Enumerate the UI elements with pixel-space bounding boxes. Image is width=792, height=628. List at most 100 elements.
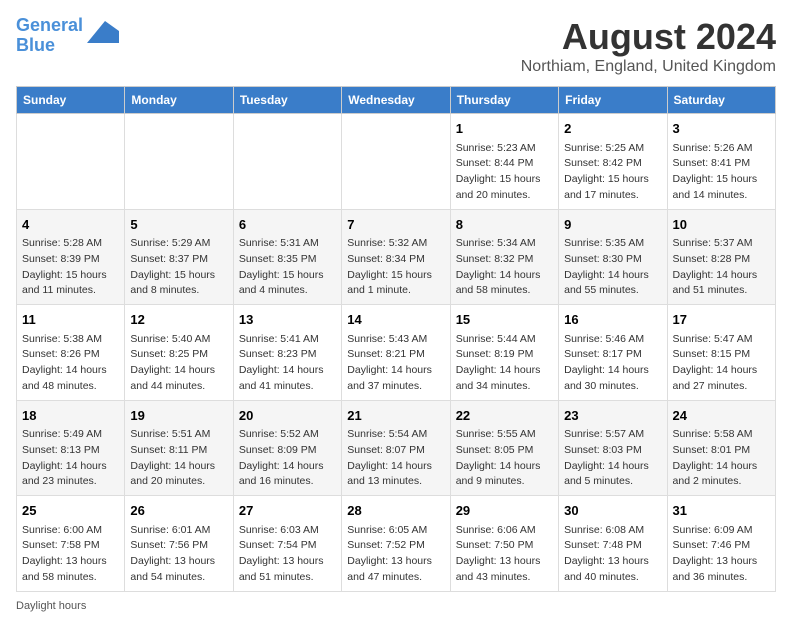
logo-icon: [87, 21, 119, 43]
week-row-3: 11Sunrise: 5:38 AMSunset: 8:26 PMDayligh…: [17, 305, 776, 401]
day-detail: Sunrise: 5:35 AMSunset: 8:30 PMDaylight:…: [564, 236, 661, 299]
day-detail: Sunrise: 6:00 AMSunset: 7:58 PMDaylight:…: [22, 523, 119, 586]
calendar-cell: 2Sunrise: 5:25 AMSunset: 8:42 PMDaylight…: [559, 114, 667, 210]
calendar-cell: 15Sunrise: 5:44 AMSunset: 8:19 PMDayligh…: [450, 305, 558, 401]
calendar-cell: 24Sunrise: 5:58 AMSunset: 8:01 PMDayligh…: [667, 400, 775, 496]
day-number: 25: [22, 501, 119, 521]
day-number: 14: [347, 310, 444, 330]
day-number: 12: [130, 310, 227, 330]
day-detail: Sunrise: 5:55 AMSunset: 8:05 PMDaylight:…: [456, 427, 553, 490]
calendar-cell: [17, 114, 125, 210]
calendar-cell: 27Sunrise: 6:03 AMSunset: 7:54 PMDayligh…: [233, 496, 341, 592]
calendar-cell: 10Sunrise: 5:37 AMSunset: 8:28 PMDayligh…: [667, 209, 775, 305]
day-detail: Sunrise: 5:25 AMSunset: 8:42 PMDaylight:…: [564, 141, 661, 204]
calendar-cell: 25Sunrise: 6:00 AMSunset: 7:58 PMDayligh…: [17, 496, 125, 592]
day-number: 27: [239, 501, 336, 521]
day-detail: Sunrise: 6:01 AMSunset: 7:56 PMDaylight:…: [130, 523, 227, 586]
calendar-cell: 5Sunrise: 5:29 AMSunset: 8:37 PMDaylight…: [125, 209, 233, 305]
day-number: 30: [564, 501, 661, 521]
day-detail: Sunrise: 5:41 AMSunset: 8:23 PMDaylight:…: [239, 332, 336, 395]
day-number: 10: [673, 215, 770, 235]
calendar-cell: 17Sunrise: 5:47 AMSunset: 8:15 PMDayligh…: [667, 305, 775, 401]
day-detail: Sunrise: 6:06 AMSunset: 7:50 PMDaylight:…: [456, 523, 553, 586]
title-block: August 2024 Northiam, England, United Ki…: [521, 16, 776, 76]
day-detail: Sunrise: 5:31 AMSunset: 8:35 PMDaylight:…: [239, 236, 336, 299]
day-number: 31: [673, 501, 770, 521]
day-detail: Sunrise: 5:40 AMSunset: 8:25 PMDaylight:…: [130, 332, 227, 395]
calendar-cell: 31Sunrise: 6:09 AMSunset: 7:46 PMDayligh…: [667, 496, 775, 592]
calendar-cell: 14Sunrise: 5:43 AMSunset: 8:21 PMDayligh…: [342, 305, 450, 401]
day-number: 6: [239, 215, 336, 235]
day-number: 22: [456, 406, 553, 426]
day-number: 19: [130, 406, 227, 426]
calendar-cell: 16Sunrise: 5:46 AMSunset: 8:17 PMDayligh…: [559, 305, 667, 401]
day-number: 16: [564, 310, 661, 330]
day-detail: Sunrise: 5:37 AMSunset: 8:28 PMDaylight:…: [673, 236, 770, 299]
day-detail: Sunrise: 6:09 AMSunset: 7:46 PMDaylight:…: [673, 523, 770, 586]
calendar-cell: [125, 114, 233, 210]
day-number: 15: [456, 310, 553, 330]
day-number: 4: [22, 215, 119, 235]
day-number: 8: [456, 215, 553, 235]
logo-text: GeneralBlue: [16, 16, 83, 56]
day-detail: Sunrise: 5:49 AMSunset: 8:13 PMDaylight:…: [22, 427, 119, 490]
day-detail: Sunrise: 5:44 AMSunset: 8:19 PMDaylight:…: [456, 332, 553, 395]
calendar-cell: 11Sunrise: 5:38 AMSunset: 8:26 PMDayligh…: [17, 305, 125, 401]
day-detail: Sunrise: 5:23 AMSunset: 8:44 PMDaylight:…: [456, 141, 553, 204]
day-number: 18: [22, 406, 119, 426]
header-row: SundayMondayTuesdayWednesdayThursdayFrid…: [17, 87, 776, 114]
day-number: 23: [564, 406, 661, 426]
day-number: 20: [239, 406, 336, 426]
day-number: 13: [239, 310, 336, 330]
col-header-tuesday: Tuesday: [233, 87, 341, 114]
week-row-4: 18Sunrise: 5:49 AMSunset: 8:13 PMDayligh…: [17, 400, 776, 496]
calendar-table: SundayMondayTuesdayWednesdayThursdayFrid…: [16, 86, 776, 592]
footer: Daylight hours: [16, 600, 776, 612]
calendar-cell: 7Sunrise: 5:32 AMSunset: 8:34 PMDaylight…: [342, 209, 450, 305]
day-detail: Sunrise: 5:29 AMSunset: 8:37 PMDaylight:…: [130, 236, 227, 299]
day-number: 29: [456, 501, 553, 521]
day-detail: Sunrise: 5:58 AMSunset: 8:01 PMDaylight:…: [673, 427, 770, 490]
col-header-saturday: Saturday: [667, 87, 775, 114]
calendar-cell: 9Sunrise: 5:35 AMSunset: 8:30 PMDaylight…: [559, 209, 667, 305]
day-detail: Sunrise: 5:51 AMSunset: 8:11 PMDaylight:…: [130, 427, 227, 490]
day-number: 17: [673, 310, 770, 330]
calendar-cell: [342, 114, 450, 210]
day-number: 1: [456, 119, 553, 139]
day-detail: Sunrise: 6:03 AMSunset: 7:54 PMDaylight:…: [239, 523, 336, 586]
calendar-cell: 20Sunrise: 5:52 AMSunset: 8:09 PMDayligh…: [233, 400, 341, 496]
calendar-cell: 26Sunrise: 6:01 AMSunset: 7:56 PMDayligh…: [125, 496, 233, 592]
daylight-label: Daylight hours: [16, 600, 86, 612]
day-detail: Sunrise: 5:38 AMSunset: 8:26 PMDaylight:…: [22, 332, 119, 395]
calendar-cell: 30Sunrise: 6:08 AMSunset: 7:48 PMDayligh…: [559, 496, 667, 592]
calendar-cell: 12Sunrise: 5:40 AMSunset: 8:25 PMDayligh…: [125, 305, 233, 401]
col-header-thursday: Thursday: [450, 87, 558, 114]
calendar-cell: [233, 114, 341, 210]
day-detail: Sunrise: 5:47 AMSunset: 8:15 PMDaylight:…: [673, 332, 770, 395]
day-detail: Sunrise: 5:43 AMSunset: 8:21 PMDaylight:…: [347, 332, 444, 395]
day-detail: Sunrise: 5:46 AMSunset: 8:17 PMDaylight:…: [564, 332, 661, 395]
day-detail: Sunrise: 6:05 AMSunset: 7:52 PMDaylight:…: [347, 523, 444, 586]
col-header-wednesday: Wednesday: [342, 87, 450, 114]
calendar-cell: 28Sunrise: 6:05 AMSunset: 7:52 PMDayligh…: [342, 496, 450, 592]
page-header: GeneralBlue August 2024 Northiam, Englan…: [16, 16, 776, 76]
calendar-cell: 13Sunrise: 5:41 AMSunset: 8:23 PMDayligh…: [233, 305, 341, 401]
day-detail: Sunrise: 5:54 AMSunset: 8:07 PMDaylight:…: [347, 427, 444, 490]
day-number: 9: [564, 215, 661, 235]
subtitle: Northiam, England, United Kingdom: [521, 58, 776, 76]
day-number: 28: [347, 501, 444, 521]
day-number: 2: [564, 119, 661, 139]
week-row-1: 1Sunrise: 5:23 AMSunset: 8:44 PMDaylight…: [17, 114, 776, 210]
day-number: 7: [347, 215, 444, 235]
day-number: 5: [130, 215, 227, 235]
day-detail: Sunrise: 5:57 AMSunset: 8:03 PMDaylight:…: [564, 427, 661, 490]
logo: GeneralBlue: [16, 16, 119, 56]
day-number: 3: [673, 119, 770, 139]
day-detail: Sunrise: 5:52 AMSunset: 8:09 PMDaylight:…: [239, 427, 336, 490]
calendar-cell: 3Sunrise: 5:26 AMSunset: 8:41 PMDaylight…: [667, 114, 775, 210]
week-row-5: 25Sunrise: 6:00 AMSunset: 7:58 PMDayligh…: [17, 496, 776, 592]
week-row-2: 4Sunrise: 5:28 AMSunset: 8:39 PMDaylight…: [17, 209, 776, 305]
day-detail: Sunrise: 5:34 AMSunset: 8:32 PMDaylight:…: [456, 236, 553, 299]
day-number: 24: [673, 406, 770, 426]
col-header-sunday: Sunday: [17, 87, 125, 114]
